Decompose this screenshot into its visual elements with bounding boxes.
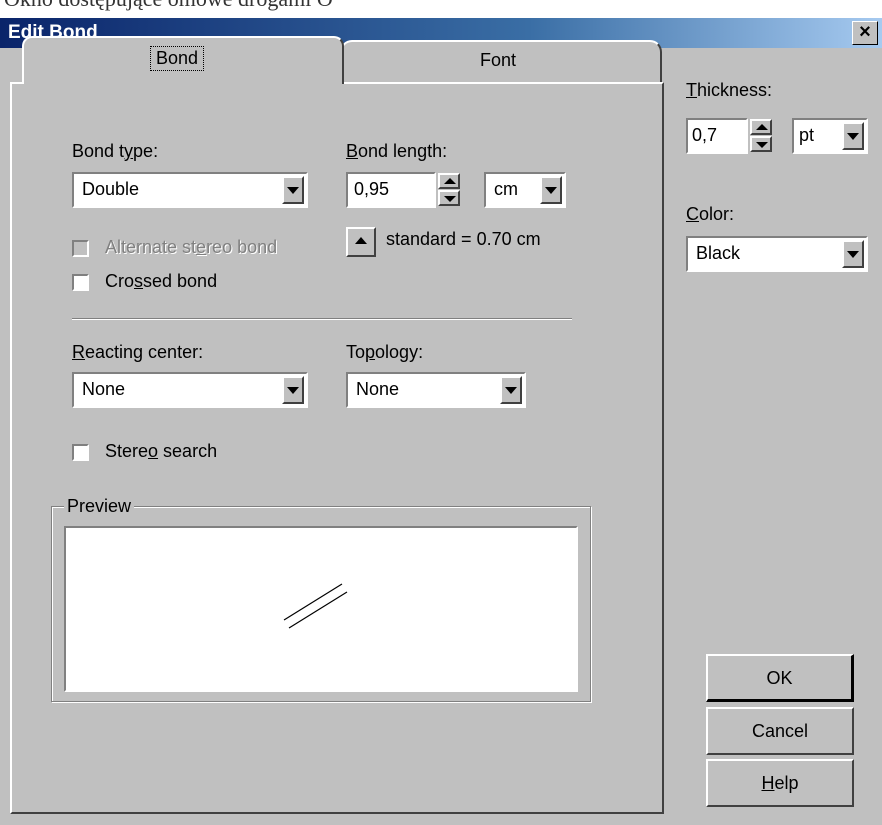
thickness-unit-dropdown-button[interactable] [842, 122, 864, 150]
arrow-up-icon [444, 178, 456, 184]
close-button[interactable]: × [852, 21, 878, 45]
bond-type-select[interactable]: Double [72, 172, 308, 208]
crossed-bond-label: Crossed bond [105, 271, 218, 291]
thickness-spinner[interactable] [750, 119, 772, 153]
thickness-unit-select[interactable]: pt [792, 118, 868, 154]
background-window-strip: Okno dostępujące omowe drogami O [0, 0, 882, 18]
tab-font[interactable]: Font [340, 40, 662, 82]
chevron-down-icon [505, 387, 517, 394]
thickness-input[interactable]: 0,7 [686, 118, 748, 154]
preview-canvas [64, 526, 578, 692]
ok-button[interactable]: OK [706, 654, 854, 702]
bond-length-input[interactable]: 0,95 [346, 172, 436, 208]
reset-standard-button[interactable] [346, 227, 376, 257]
bond-line-2 [288, 591, 348, 629]
reacting-center-dropdown-button[interactable] [282, 376, 304, 404]
color-label: Color: [686, 204, 735, 224]
topology-value: None [356, 379, 400, 399]
bond-type-label: Bond type: [72, 141, 159, 161]
thickness-value: 0,7 [692, 125, 718, 145]
arrow-up-icon [756, 124, 768, 130]
background-window-text: Okno dostępujące omowe drogami O [4, 0, 333, 12]
bond-length-label: Bond length: [346, 141, 448, 161]
preview-group-title: Preview [64, 496, 135, 517]
cancel-button[interactable]: Cancel [706, 707, 854, 755]
active-tab-join [24, 81, 342, 85]
chevron-down-icon [847, 133, 859, 140]
tab-bond[interactable]: Bond [22, 36, 344, 84]
color-select[interactable]: Black [686, 236, 868, 272]
reacting-center-select[interactable]: None [72, 372, 308, 408]
bond-length-unit-value: cm [494, 179, 518, 199]
topology-dropdown-button[interactable] [500, 376, 522, 404]
chevron-down-icon [847, 251, 859, 258]
color-value: Black [696, 243, 741, 263]
chevron-down-icon [287, 387, 299, 394]
arrow-down-icon [756, 142, 768, 148]
tab-bond-label: Bond [150, 46, 205, 71]
stereo-search-checkbox[interactable] [72, 444, 89, 461]
thickness-label: Thickness: [686, 80, 773, 100]
spin-up-button[interactable] [750, 119, 772, 135]
cancel-button-label: Cancel [751, 721, 809, 741]
bond-line-1 [283, 583, 343, 621]
alternate-stereo-checkbox[interactable] [72, 240, 89, 257]
chevron-down-icon [287, 187, 299, 194]
bond-length-spinner[interactable] [438, 173, 460, 207]
spin-up-button[interactable] [438, 173, 460, 189]
ok-button-label: OK [766, 668, 793, 688]
double-bond-preview [283, 583, 348, 629]
edit-bond-dialog: Edit Bond × Bond Font Bond type: Double … [0, 18, 882, 825]
spin-down-button[interactable] [438, 190, 460, 206]
help-button[interactable]: Help [706, 759, 854, 807]
bond-type-value: Double [82, 179, 140, 199]
bond-length-unit-select[interactable]: cm [484, 172, 566, 208]
topology-label: Topology: [346, 342, 424, 362]
bond-type-dropdown-button[interactable] [282, 176, 304, 204]
spin-down-button[interactable] [750, 136, 772, 152]
arrow-down-icon [444, 196, 456, 202]
color-dropdown-button[interactable] [842, 240, 864, 268]
thickness-unit-value: pt [799, 125, 815, 145]
reacting-center-value: None [82, 379, 126, 399]
standard-length-text: standard = 0.70 cm [386, 229, 541, 249]
close-icon: × [859, 21, 871, 43]
alternate-stereo-label: Alternate stereo bond [105, 237, 278, 257]
crossed-bond-checkbox[interactable] [72, 274, 89, 291]
topology-select[interactable]: None [346, 372, 526, 408]
arrow-up-icon [355, 237, 367, 244]
separator [72, 318, 572, 320]
unit-dropdown-button[interactable] [540, 176, 562, 204]
chevron-down-icon [545, 187, 557, 194]
help-button-label: Help [761, 773, 799, 793]
stereo-search-label: Stereo search [105, 441, 218, 461]
tab-font-label: Font [480, 50, 517, 70]
reacting-center-label: Reacting center: [72, 342, 204, 362]
bond-length-value: 0,95 [354, 179, 390, 199]
